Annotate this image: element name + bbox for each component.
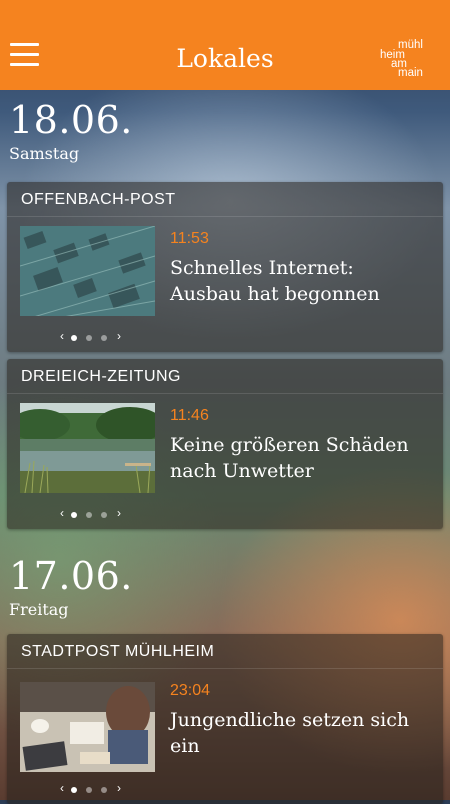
article-time: 23:04 bbox=[170, 682, 211, 699]
weekday-label: Samstag bbox=[9, 144, 80, 163]
date-header: 18.06. Samstag bbox=[9, 100, 133, 163]
card-source: DREIEICH-ZEITUNG bbox=[7, 359, 443, 394]
weekday-label: Freitag bbox=[9, 600, 69, 619]
date-header: 17.06. Freitag bbox=[9, 556, 133, 619]
pager-dot bbox=[71, 335, 77, 341]
card-source: OFFENBACH-POST bbox=[7, 182, 443, 217]
article-time: 11:46 bbox=[170, 407, 209, 424]
date-label: 18.06. bbox=[9, 98, 133, 142]
image-pager[interactable]: ‹ › bbox=[60, 329, 130, 343]
image-pager[interactable]: ‹ › bbox=[60, 781, 130, 795]
pager-dot bbox=[86, 787, 92, 793]
chevron-left-icon[interactable]: ‹ bbox=[60, 506, 64, 520]
pager-dot bbox=[101, 512, 107, 518]
chevron-right-icon[interactable]: › bbox=[117, 329, 121, 343]
pager-dot bbox=[101, 335, 107, 341]
article-time: 11:53 bbox=[170, 230, 209, 247]
image-pager[interactable]: ‹ › bbox=[60, 506, 130, 520]
pager-dot bbox=[71, 787, 77, 793]
chevron-right-icon[interactable]: › bbox=[117, 506, 121, 520]
chevron-right-icon[interactable]: › bbox=[117, 781, 121, 795]
article-headline[interactable]: Keine größeren Schäden nach Unwetter bbox=[170, 432, 430, 484]
article-headline[interactable]: Jungendliche setzen sich ein bbox=[170, 707, 430, 759]
meeting-table-photo[interactable] bbox=[20, 682, 155, 772]
muehlheim-logo[interactable]: mühl heim am main bbox=[380, 39, 432, 80]
circuit-board-photo[interactable] bbox=[20, 226, 155, 316]
news-card[interactable]: STADTPOST MÜHLHEIM 23:04 Jungendliche se… bbox=[7, 634, 443, 804]
pager-dot bbox=[86, 512, 92, 518]
app-bar: Lokales mühl heim am main bbox=[0, 0, 450, 90]
article-headline[interactable]: Schnelles Internet: Ausbau hat begonnen bbox=[170, 255, 430, 307]
chevron-left-icon[interactable]: ‹ bbox=[60, 781, 64, 795]
card-source: STADTPOST MÜHLHEIM bbox=[7, 634, 443, 669]
pager-dot bbox=[71, 512, 77, 518]
pager-dot bbox=[101, 787, 107, 793]
date-label: 17.06. bbox=[9, 554, 133, 598]
chevron-left-icon[interactable]: ‹ bbox=[60, 329, 64, 343]
lake-landscape-photo[interactable] bbox=[20, 403, 155, 493]
news-card[interactable]: OFFENBACH-POST 11:53 Schnelles Internet:… bbox=[7, 182, 443, 352]
pager-dot bbox=[86, 335, 92, 341]
news-card[interactable]: DREIEICH-ZEITUNG 11:46 Keine größeren Sc… bbox=[7, 359, 443, 529]
